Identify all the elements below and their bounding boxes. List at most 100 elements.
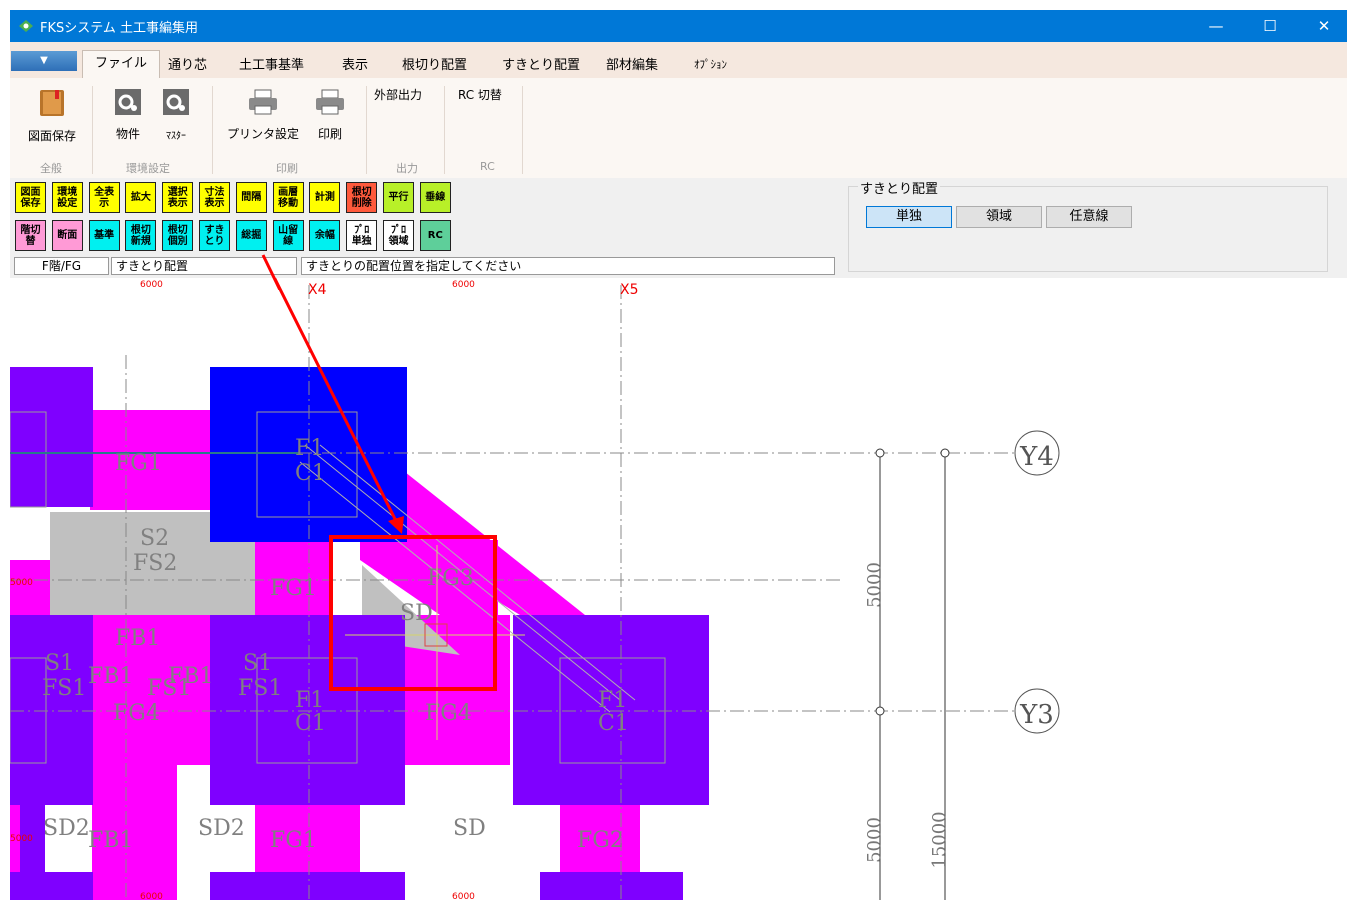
axis-balloon-y4: Y4: [1014, 430, 1060, 476]
member-label: FB1: [88, 664, 133, 689]
printer-icon: [249, 89, 277, 115]
tool-button[interactable]: 根切 新規: [125, 220, 157, 251]
tab-view[interactable]: 表示: [342, 54, 368, 73]
dim-label: 6000: [140, 280, 163, 290]
external-output-button[interactable]: 外部出力: [374, 86, 422, 103]
dim-label: 6000: [452, 892, 475, 900]
separator: [92, 86, 93, 174]
member-label: F1: [295, 436, 324, 461]
member-label: FS2: [133, 551, 177, 576]
tool-button[interactable]: 寸法 表示: [199, 182, 230, 213]
tab-member-edit[interactable]: 部材編集: [606, 54, 658, 73]
rc-switch-button[interactable]: RC 切替: [458, 86, 502, 103]
member-label: C1: [598, 711, 629, 736]
tool-button[interactable]: 選択 表示: [162, 182, 194, 213]
panel-title: すきとり配置: [858, 178, 941, 197]
member-label: SD: [400, 601, 433, 626]
tool-button[interactable]: 環境 設定: [51, 182, 83, 213]
tab-file[interactable]: ファイル: [82, 50, 161, 79]
tool-button[interactable]: 余幅: [309, 220, 341, 251]
tab-earthwork-standard[interactable]: 土工事基準: [239, 54, 304, 73]
member-label: FG1: [270, 576, 317, 601]
tool-button[interactable]: 全表 示: [88, 182, 120, 213]
printer-icon: [316, 89, 344, 115]
tool-button[interactable]: 根切 削除: [346, 182, 378, 213]
tool-button[interactable]: RC: [419, 220, 451, 251]
dim-label: 6000: [452, 280, 475, 290]
member-label: S1: [45, 651, 74, 676]
member-label: FB1: [168, 664, 213, 689]
tool-button[interactable]: 平行: [383, 182, 414, 213]
tool-button[interactable]: すき とり: [199, 220, 230, 251]
tool-button[interactable]: 階切 替: [15, 220, 46, 251]
member-label: FG2: [577, 828, 624, 853]
tool-button[interactable]: 総掘: [235, 220, 267, 251]
close-button[interactable]: ✕: [1301, 10, 1347, 42]
print-button[interactable]: 印刷: [310, 88, 350, 142]
tool-button[interactable]: 拡大: [125, 182, 157, 213]
printer-settings-button[interactable]: プリンタ設定: [226, 88, 300, 142]
tool-button[interactable]: 基準: [88, 220, 120, 251]
quick-access-dropdown[interactable]: ▼: [11, 51, 77, 71]
floor-status: F階/FG: [14, 257, 109, 275]
ribbon: 図面保存 物件 ﾏｽﾀｰ プリンタ設定 印刷 外部出力 RC 切替 全般 環境設…: [10, 78, 1347, 179]
tool-button[interactable]: 山留 線: [272, 220, 304, 251]
member-label: F1: [598, 688, 627, 713]
dim-label: 5000: [10, 578, 33, 588]
tab-stripping-placement[interactable]: すきとり配置: [502, 54, 580, 73]
member-label: FG1: [270, 828, 317, 853]
member-label: FG4: [113, 701, 160, 726]
tool-button[interactable]: 画層 移動: [272, 182, 304, 213]
member-label: SD2: [198, 816, 245, 841]
member-label: FS1: [238, 676, 282, 701]
property-button[interactable]: 物件: [108, 88, 148, 142]
master-button[interactable]: ﾏｽﾀｰ: [156, 88, 196, 142]
member-label: C1: [295, 711, 326, 736]
member-label: FB1: [115, 626, 160, 651]
group-label-general: 全般: [40, 162, 62, 175]
tool-button[interactable]: 計測: [309, 182, 341, 213]
tool-button[interactable]: ﾌﾟﾛ 単独: [346, 220, 378, 251]
group-label-output: 出力: [396, 162, 418, 175]
axis-balloon-y3: Y3: [1014, 688, 1060, 734]
member-label: SD2: [43, 816, 90, 841]
drawing-canvas[interactable]: Y4 Y3 X4 X5 6000 6000 5000 5000 6000 600…: [10, 278, 1347, 900]
tab-excavation-placement[interactable]: 根切り配置: [402, 54, 467, 73]
member-label: S1: [243, 651, 272, 676]
tool-button[interactable]: 根切 個別: [162, 220, 194, 251]
tab-options[interactable]: ｵﾌﾟｼｮﾝ: [694, 56, 727, 72]
axis-label-x5: X5: [620, 282, 639, 298]
save-drawing-button[interactable]: 図面保存: [22, 88, 82, 144]
member-label: C1: [295, 461, 326, 486]
separator: [212, 86, 213, 174]
maximize-button[interactable]: ☐: [1247, 10, 1293, 42]
svg-text:Y4: Y4: [1019, 442, 1054, 472]
dim-label: 6000: [140, 892, 163, 900]
tool-button[interactable]: 断面: [51, 220, 83, 251]
tab-grid-lines[interactable]: 通り芯: [168, 54, 207, 73]
stripping-placement-panel: [848, 186, 1328, 272]
dim-label-5000-upper: 5000: [864, 562, 885, 608]
tool-button[interactable]: 垂線: [419, 182, 451, 213]
dim-label-15000: 15000: [929, 811, 950, 868]
drawing-svg[interactable]: Y4 Y3 X4 X5 6000 6000 5000 5000 6000 600…: [10, 278, 1347, 900]
member-label: S2: [140, 526, 169, 551]
tool-button[interactable]: 間隔: [235, 182, 267, 213]
svg-text:Y3: Y3: [1019, 700, 1054, 730]
area-button[interactable]: 領域: [956, 206, 1042, 228]
ribbon-tab-bar: ▼ ファイル 通り芯 土工事基準 表示 根切り配置 すきとり配置 部材編集 ｵﾌ…: [10, 42, 1347, 79]
annotation-arrow-top: [261, 254, 282, 290]
tool-button[interactable]: ﾌﾟﾛ 領域: [383, 220, 414, 251]
member-label: SD: [453, 816, 486, 841]
member-label: FG1: [115, 451, 162, 476]
window-title: FKSシステム 土工事編集用: [40, 21, 198, 36]
member-label: FG4: [425, 701, 472, 726]
gear-icon: [115, 89, 141, 115]
dim-label: 5000: [10, 834, 33, 844]
minimize-button[interactable]: —: [1193, 10, 1239, 42]
dim-label-5000-lower: 5000: [864, 817, 885, 863]
arbitrary-line-button[interactable]: 任意線: [1046, 206, 1132, 228]
book-icon: [40, 90, 64, 116]
single-button[interactable]: 単独: [866, 206, 952, 228]
tool-button[interactable]: 図面 保存: [15, 182, 46, 213]
